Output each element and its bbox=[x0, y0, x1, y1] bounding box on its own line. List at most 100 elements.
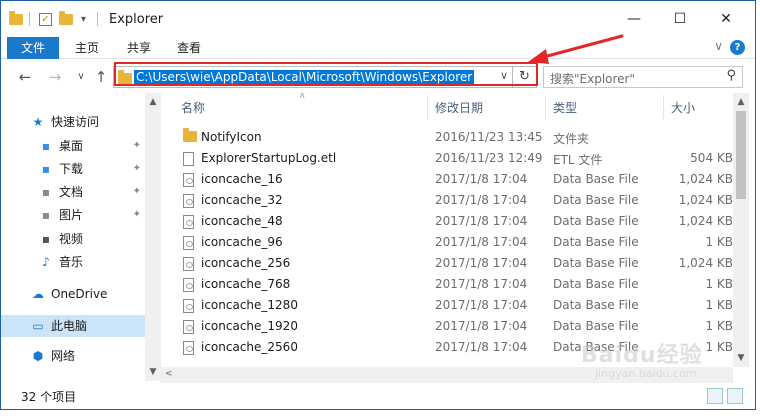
search-input[interactable]: 搜索"Explorer" ⚲ bbox=[543, 66, 743, 88]
scrollbar-thumb[interactable] bbox=[736, 111, 746, 199]
minimize-button[interactable]: — bbox=[611, 1, 657, 37]
chevron-down-icon[interactable]: ∨ bbox=[714, 39, 723, 53]
sidebar-item-label: 此电脑 bbox=[51, 319, 88, 333]
forward-button[interactable]: → bbox=[45, 67, 65, 87]
file-date: 2017/1/8 17:04 bbox=[435, 340, 528, 354]
file-type: Data Base File bbox=[553, 277, 639, 291]
star-icon: ★ bbox=[32, 115, 44, 129]
database-file-icon bbox=[183, 194, 194, 211]
scroll-up-arrow-icon[interactable]: ▲ bbox=[145, 97, 161, 107]
search-icon[interactable]: ⚲ bbox=[726, 68, 736, 83]
up-button[interactable]: ↑ bbox=[91, 67, 111, 87]
sidebar-item-downloads[interactable]: ▪ 下载 ✦ bbox=[39, 158, 145, 180]
column-divider[interactable] bbox=[545, 95, 546, 119]
file-row[interactable]: iconcache_768 2017/1/8 17:04 Data Base F… bbox=[161, 274, 733, 295]
file-name: iconcache_48 bbox=[201, 214, 283, 228]
database-file-icon bbox=[183, 257, 194, 274]
file-type: Data Base File bbox=[553, 319, 639, 333]
sidebar-item-label: 图片 bbox=[59, 208, 84, 222]
sidebar-item-label: 下载 bbox=[59, 162, 84, 176]
network-icon: ⬢ bbox=[32, 349, 44, 363]
back-button[interactable]: ← bbox=[15, 67, 35, 87]
tab-file[interactable]: 文件 bbox=[7, 37, 59, 59]
sidebar-scrollbar[interactable]: ▲ ▼ bbox=[145, 93, 161, 381]
large-icons-view-button[interactable] bbox=[727, 388, 743, 404]
file-row[interactable]: iconcache_16 2017/1/8 17:04 Data Base Fi… bbox=[161, 169, 733, 190]
file-name: iconcache_2560 bbox=[201, 340, 298, 354]
column-header-name[interactable]: 名称 bbox=[181, 99, 205, 116]
file-name: iconcache_16 bbox=[201, 172, 283, 186]
sidebar-item-onedrive[interactable]: ☁ OneDrive bbox=[31, 283, 145, 305]
sidebar-item-pictures[interactable]: ▪ 图片 ✦ bbox=[39, 204, 145, 226]
file-row[interactable]: iconcache_1280 2017/1/8 17:04 Data Base … bbox=[161, 295, 733, 316]
watermark-logo: Baidu经验 bbox=[581, 343, 703, 368]
file-row[interactable]: NotifyIcon 2016/11/23 13:45 文件夹 bbox=[161, 127, 733, 148]
column-header-size[interactable]: 大小 bbox=[671, 99, 695, 116]
sort-ascending-icon: ∧ bbox=[299, 93, 306, 101]
column-divider[interactable] bbox=[427, 95, 428, 119]
properties-icon[interactable]: ✓ bbox=[39, 11, 52, 27]
sidebar-item-documents[interactable]: ▪ 文档 ✦ bbox=[39, 181, 145, 203]
file-name: iconcache_32 bbox=[201, 193, 283, 207]
file-name: ExplorerStartupLog.etl bbox=[201, 151, 337, 165]
file-row[interactable]: iconcache_96 2017/1/8 17:04 Data Base Fi… bbox=[161, 232, 733, 253]
file-size: 1 KB bbox=[705, 277, 733, 291]
file-row[interactable]: iconcache_1920 2017/1/8 17:04 Data Base … bbox=[161, 316, 733, 337]
file-list-vertical-scrollbar[interactable]: ▲ ▼ bbox=[733, 93, 749, 367]
sidebar-item-videos[interactable]: ▪ 视频 bbox=[39, 228, 145, 250]
sidebar-item-label: 桌面 bbox=[59, 139, 84, 153]
sidebar-item-music[interactable]: ♪ 音乐 bbox=[39, 251, 145, 273]
file-row[interactable]: ExplorerStartupLog.etl 2016/11/23 12:49 … bbox=[161, 148, 733, 169]
file-row[interactable]: iconcache_256 2017/1/8 17:04 Data Base F… bbox=[161, 253, 733, 274]
music-icon: ♪ bbox=[42, 255, 50, 269]
pin-icon[interactable]: ✦ bbox=[133, 135, 141, 157]
annotation-highlight-box bbox=[114, 62, 538, 86]
file-type: Data Base File bbox=[553, 193, 639, 207]
file-date: 2016/11/23 12:49 bbox=[435, 151, 543, 165]
file-size: 504 KB bbox=[690, 151, 733, 165]
column-divider[interactable] bbox=[663, 95, 664, 119]
scroll-down-arrow-icon[interactable]: ▼ bbox=[733, 353, 749, 363]
pin-icon[interactable]: ✦ bbox=[133, 158, 141, 180]
help-icon[interactable]: ? bbox=[730, 40, 745, 55]
scroll-left-arrow-icon[interactable]: < bbox=[165, 369, 173, 379]
sidebar-item-this-pc[interactable]: ▭ 此电脑 bbox=[1, 315, 145, 337]
file-row[interactable]: iconcache_32 2017/1/8 17:04 Data Base Fi… bbox=[161, 190, 733, 211]
file-date: 2017/1/8 17:04 bbox=[435, 193, 528, 207]
file-name: iconcache_96 bbox=[201, 235, 283, 249]
tab-share[interactable]: 共享 bbox=[119, 37, 159, 59]
customize-qat-icon[interactable]: ▾ bbox=[81, 11, 86, 27]
sidebar-item-network[interactable]: ⬢ 网络 bbox=[31, 345, 145, 367]
file-size: 1,024 KB bbox=[678, 172, 733, 186]
new-folder-icon[interactable] bbox=[59, 10, 73, 27]
file-name: NotifyIcon bbox=[201, 130, 262, 144]
file-name: iconcache_1280 bbox=[201, 298, 298, 312]
close-button[interactable]: ✕ bbox=[703, 1, 749, 37]
sidebar-item-label: 音乐 bbox=[59, 255, 84, 269]
file-type: Data Base File bbox=[553, 256, 639, 270]
column-header-type[interactable]: 类型 bbox=[553, 99, 577, 116]
maximize-button[interactable]: ☐ bbox=[657, 1, 703, 37]
tab-home[interactable]: 主页 bbox=[67, 37, 107, 59]
sidebar-item-label: 文档 bbox=[59, 185, 84, 199]
file-type: Data Base File bbox=[553, 235, 639, 249]
sidebar-item-quick-access[interactable]: ★ 快速访问 bbox=[31, 111, 145, 133]
sidebar-item-label: 快速访问 bbox=[51, 115, 100, 129]
pin-icon[interactable]: ✦ bbox=[133, 181, 141, 203]
file-date: 2017/1/8 17:04 bbox=[435, 172, 528, 186]
column-header-date[interactable]: 修改日期 bbox=[435, 99, 483, 116]
column-headers: ∧ 名称 修改日期 类型 大小 bbox=[161, 93, 733, 121]
file-size: 1,024 KB bbox=[678, 193, 733, 207]
scroll-up-arrow-icon[interactable]: ▲ bbox=[733, 97, 749, 107]
scroll-down-arrow-icon[interactable]: ▼ bbox=[145, 367, 161, 377]
sidebar-item-label: OneDrive bbox=[51, 287, 108, 301]
recent-locations-button[interactable]: ∨ bbox=[71, 67, 91, 87]
database-file-icon bbox=[183, 278, 194, 295]
sidebar-item-desktop[interactable]: ▪ 桌面 ✦ bbox=[39, 135, 145, 157]
pin-icon[interactable]: ✦ bbox=[133, 204, 141, 226]
folder-icon bbox=[9, 10, 23, 27]
tab-view[interactable]: 查看 bbox=[169, 37, 209, 59]
search-placeholder: 搜索"Explorer" bbox=[550, 72, 636, 86]
file-size: 1,024 KB bbox=[678, 256, 733, 270]
file-row[interactable]: iconcache_48 2017/1/8 17:04 Data Base Fi… bbox=[161, 211, 733, 232]
